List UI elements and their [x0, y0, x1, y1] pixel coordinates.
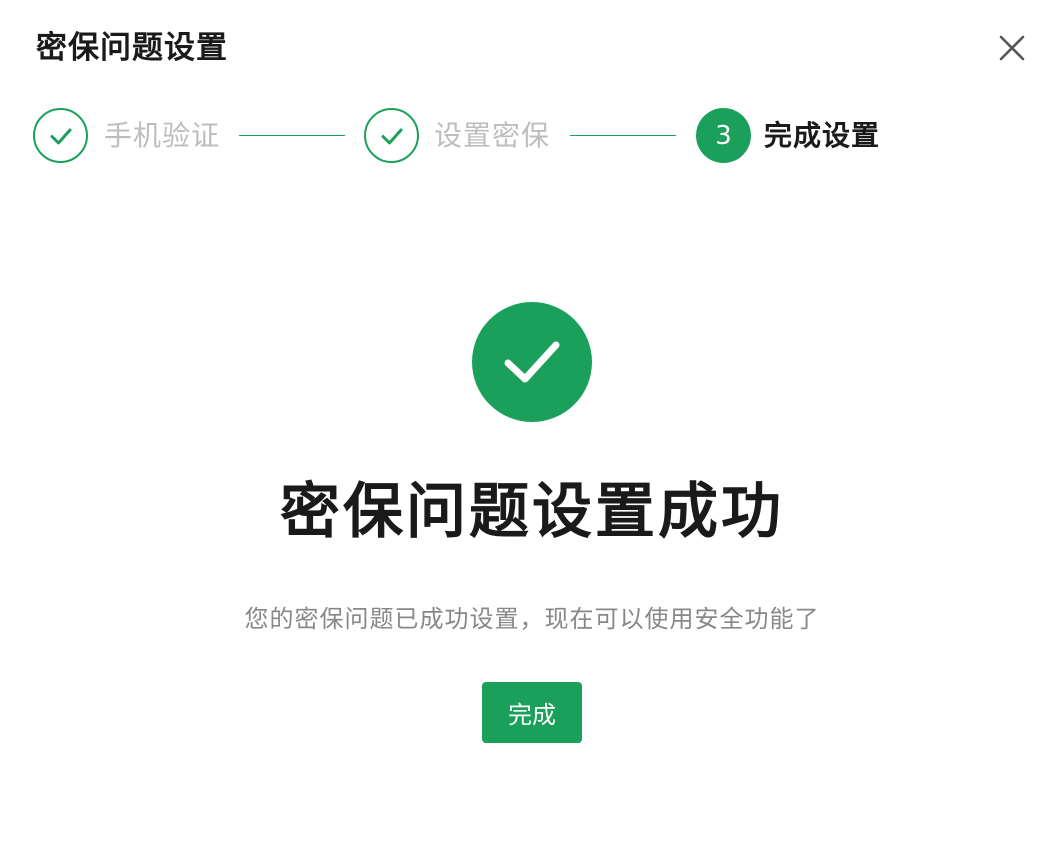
step-connector-2 [570, 135, 676, 136]
step-3-circle: 3 [696, 108, 751, 163]
step-3-label: 完成设置 [764, 119, 881, 152]
step-connector-1 [239, 135, 345, 136]
done-button[interactable]: 完成 [482, 682, 582, 743]
close-icon [999, 35, 1025, 61]
result-title: 密保问题设置成功 [280, 477, 784, 547]
result-description: 您的密保问题已成功设置，现在可以使用安全功能了 [244, 605, 820, 633]
success-check-icon [472, 302, 592, 422]
security-question-dialog: 密保问题设置 手机验证 设置密保 3 完成设置 密保问题设置成功 您的密保问题已… [0, 0, 1060, 862]
check-icon [381, 128, 402, 144]
step-2-circle [364, 108, 419, 163]
step-2-label: 设置密保 [434, 119, 551, 152]
dialog-title: 密保问题设置 [36, 30, 228, 66]
step-1-circle [33, 108, 88, 163]
close-button[interactable] [994, 30, 1030, 66]
check-icon [50, 128, 71, 144]
step-1-label: 手机验证 [104, 119, 221, 152]
step-progress: 手机验证 设置密保 3 完成设置 [33, 108, 933, 164]
